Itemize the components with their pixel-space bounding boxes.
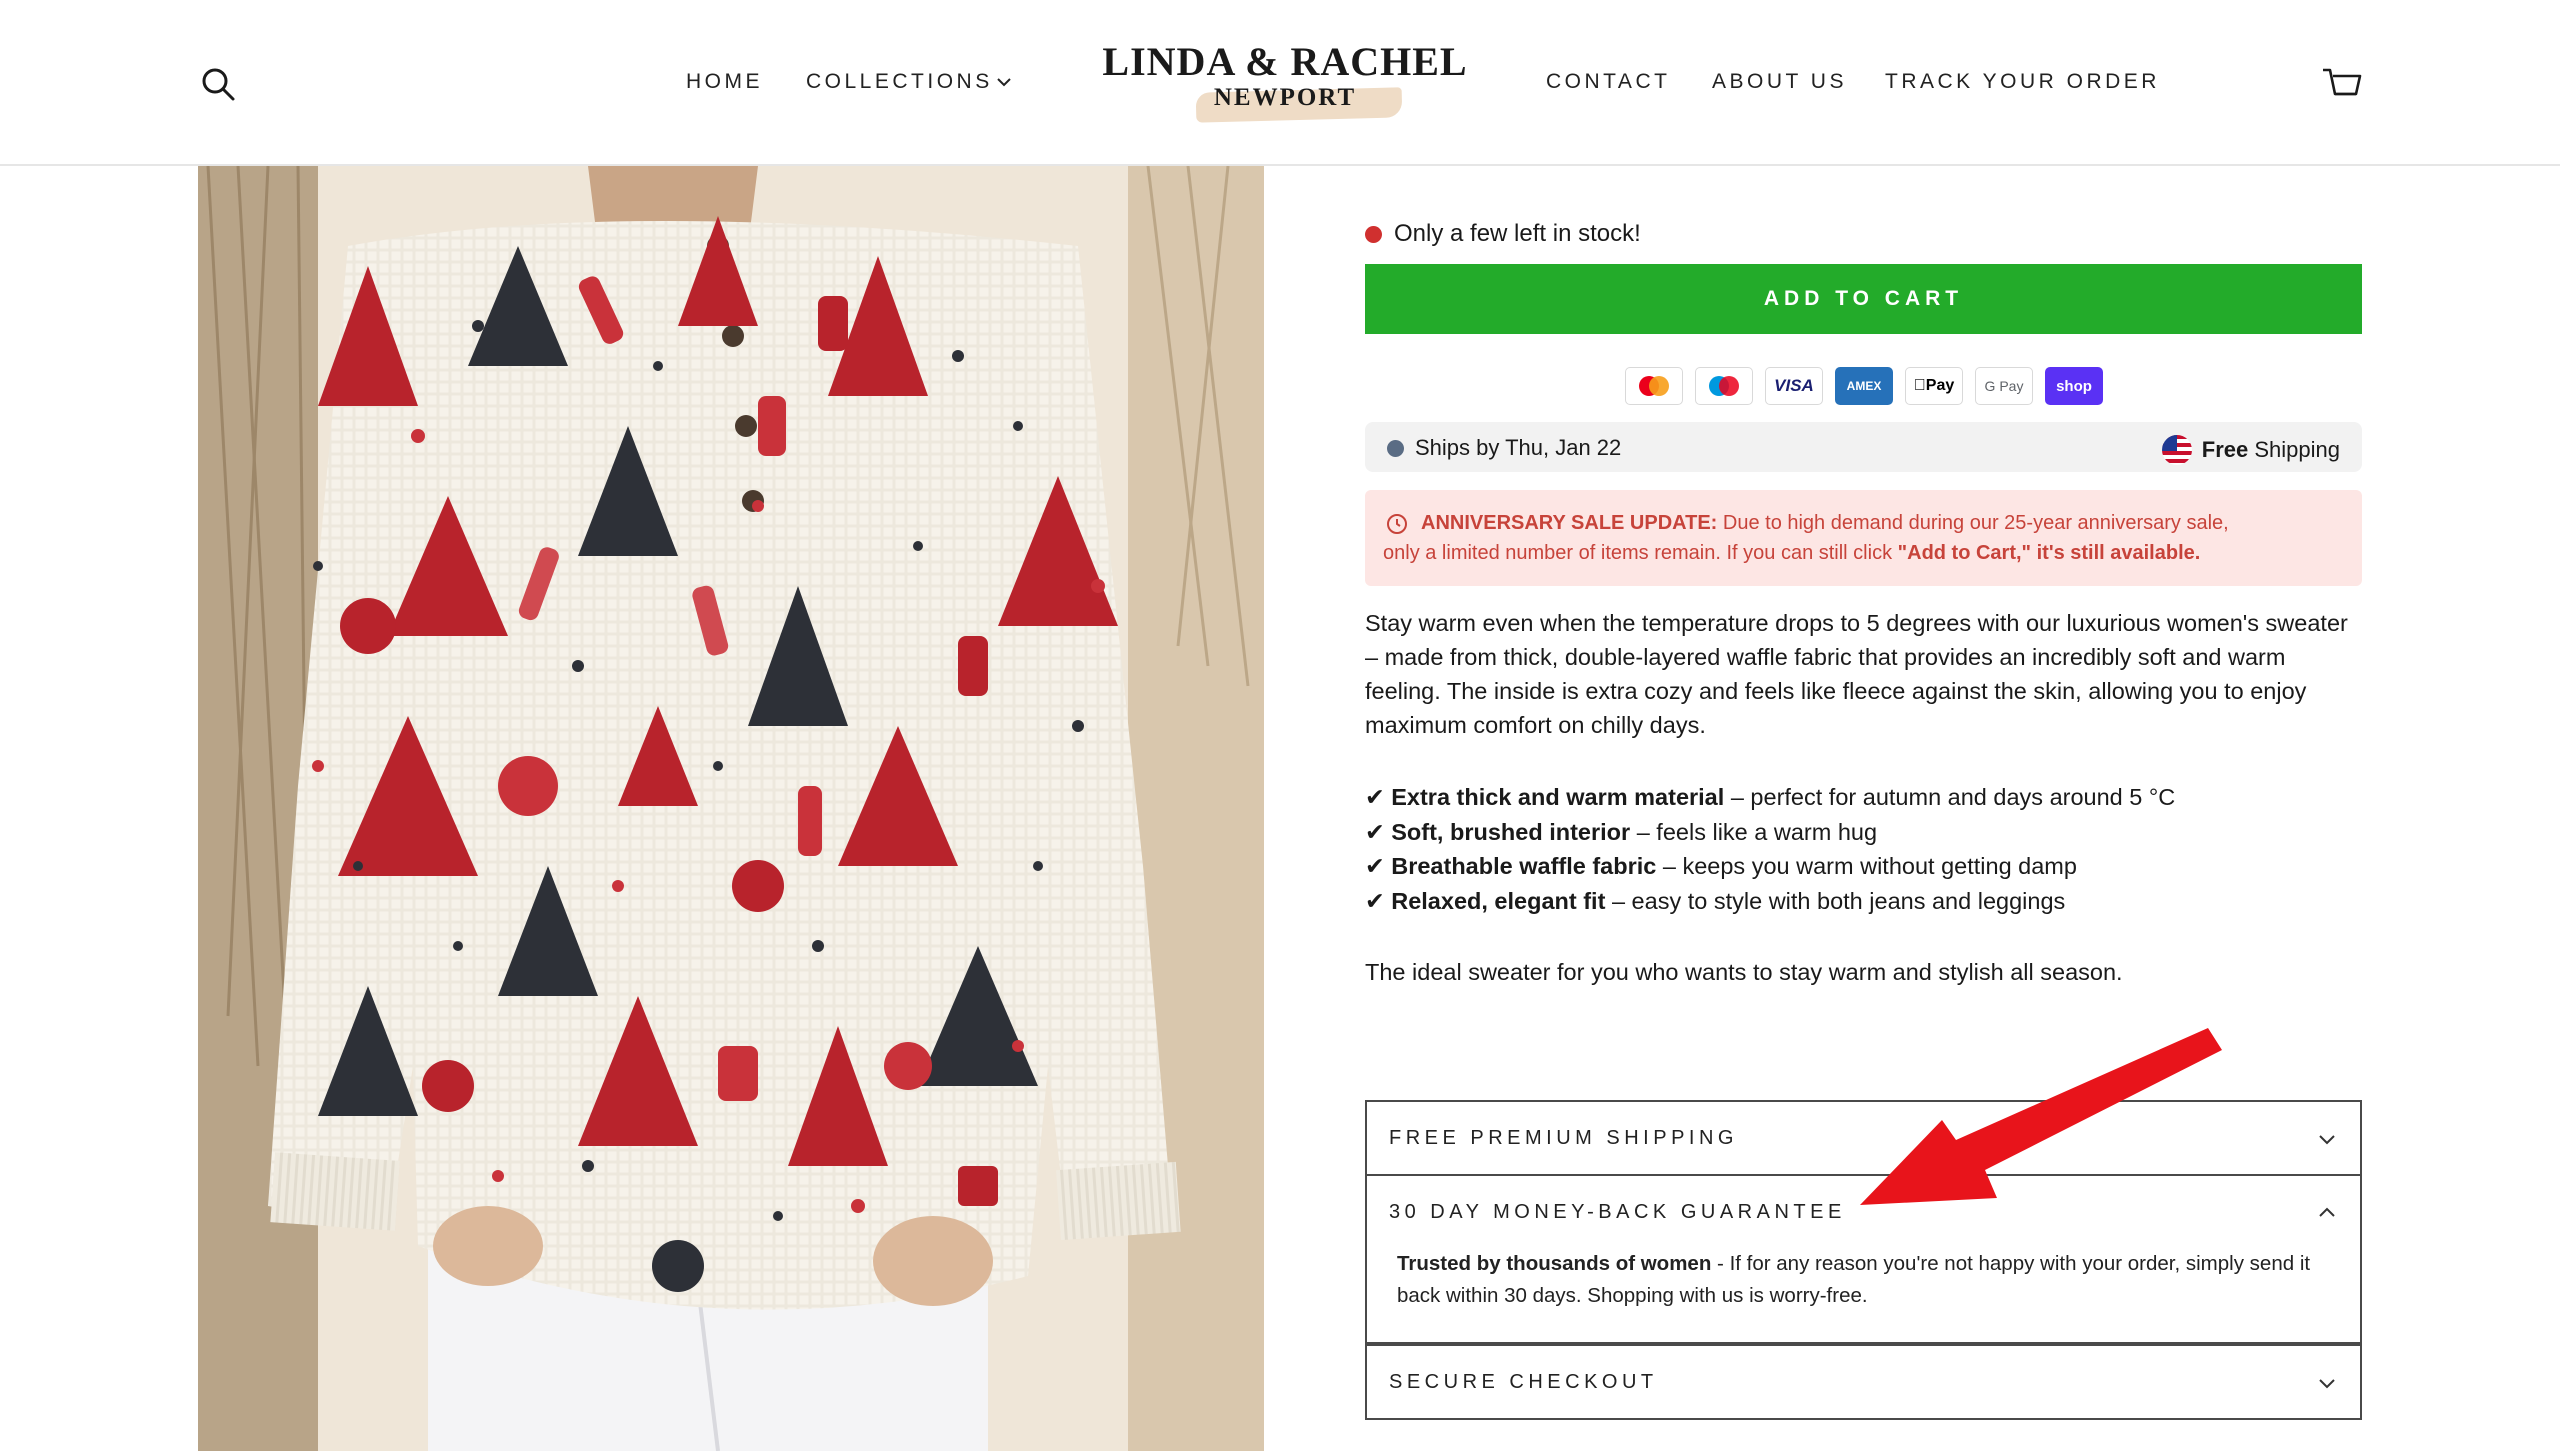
chevron-down-icon[interactable] (2316, 1372, 2338, 1394)
check-icon: ✔ (1365, 818, 1385, 845)
logo-line1: LINDA & RACHEL (1102, 39, 1468, 84)
shipping-status-dot (1387, 439, 1404, 457)
apple-pay-label: Pay (1919, 377, 1954, 394)
sale-title: ANNIVERSARY SALE UPDATE: (1421, 512, 1718, 534)
check-icon: ✔ (1365, 887, 1385, 914)
sale-text-2-bold: "Add to Cart," it's still available. (1897, 542, 2201, 564)
chevron-up-icon[interactable] (2316, 1202, 2338, 1224)
search-icon[interactable] (198, 64, 238, 104)
accordion-body: Trusted by thousands of women - If for a… (1367, 1248, 2360, 1342)
nav-contact[interactable]: CONTACT (1546, 70, 1670, 94)
clock-icon (1387, 514, 1407, 534)
sale-text-1: Due to high demand during our 25-year an… (1717, 512, 2229, 534)
add-to-cart-button[interactable]: ADD TO CART (1365, 264, 2362, 334)
feature-text: – keeps you warm without getting damp (1656, 853, 2077, 879)
feature-title: Extra thick and warm material (1391, 784, 1725, 810)
anniversary-sale-notice: ANNIVERSARY SALE UPDATE: Due to high dem… (1365, 490, 2362, 586)
nav-collections[interactable]: COLLECTIONS (806, 70, 993, 94)
maestro-icon (1695, 367, 1753, 405)
feature-title: Breathable waffle fabric (1391, 853, 1657, 879)
stock-text: Only a few left in stock! (1394, 220, 1641, 247)
nav-home[interactable]: HOME (686, 70, 763, 94)
accordion-title: 30 DAY MONEY-BACK GUARANTEE (1389, 1201, 1846, 1223)
accordion-title: FREE PREMIUM SHIPPING (1389, 1127, 1738, 1149)
free-shipping-text: Shipping (2248, 437, 2340, 462)
nav-track-order[interactable]: TRACK YOUR ORDER (1885, 70, 2160, 94)
accordion-title: SECURE CHECKOUT (1389, 1371, 1658, 1393)
stock-indicator: Only a few left in stock! (1365, 220, 1641, 248)
product-description: Stay warm even when the temperature drop… (1365, 610, 2348, 738)
apple-pay-icon: Pay (1905, 367, 1963, 405)
check-icon: ✔ (1365, 784, 1385, 810)
accordion-header[interactable]: SECURE CHECKOUT (1367, 1346, 2360, 1418)
nav-about-us[interactable]: ABOUT US (1712, 70, 1847, 94)
feature-item: ✔ Soft, brushed interior – feels like a … (1365, 815, 2365, 850)
us-flag-icon (2161, 435, 2192, 465)
sale-text-2: only a limited number of items remain. I… (1383, 542, 1898, 564)
google-pay-icon: G Pay (1975, 367, 2033, 405)
ships-by-text: Ships by Thu, Jan 22 (1415, 435, 1622, 460)
feature-list: ✔ Extra thick and warm material – perfec… (1365, 780, 2365, 918)
free-shipping-bold: Free (2201, 437, 2249, 462)
site-header: HOME COLLECTIONS LINDA & RACHEL NEWPORT … (0, 0, 2560, 166)
feature-text: – feels like a warm hug (1630, 818, 1878, 845)
feature-title: Relaxed, elegant fit (1391, 887, 1606, 914)
shipping-info-bar: Ships by Thu, Jan 22 Free Shipping (1365, 422, 2362, 472)
shop-pay-icon: shop (2045, 367, 2103, 405)
mastercard-icon (1625, 367, 1683, 405)
feature-title: Soft, brushed interior (1391, 818, 1631, 845)
feature-item: ✔ Relaxed, elegant fit – easy to style w… (1365, 884, 2365, 919)
product-image[interactable] (198, 166, 1264, 1451)
site-logo[interactable]: LINDA & RACHEL NEWPORT (1100, 38, 1470, 128)
feature-item: ✔ Breathable waffle fabric – keeps you w… (1365, 849, 2365, 884)
feature-text: – perfect for autumn and days around 5 °… (1724, 784, 2176, 810)
accordion-secure-checkout[interactable]: SECURE CHECKOUT (1365, 1344, 2362, 1420)
guarantee-bold: Trusted by thousands of women (1397, 1252, 1712, 1275)
sweater-illustration (198, 166, 1264, 1451)
feature-text: – easy to style with both jeans and legg… (1605, 887, 2066, 914)
visa-icon: VISA (1765, 367, 1823, 405)
stock-status-dot (1365, 225, 1382, 243)
red-arrow-annotation (1860, 1028, 2222, 1205)
feature-item: ✔ Extra thick and warm material – perfec… (1365, 780, 2365, 815)
cart-icon[interactable] (2320, 62, 2364, 106)
closing-text: The ideal sweater for you who wants to s… (1365, 959, 2123, 985)
chevron-down-icon[interactable] (996, 76, 1012, 88)
amex-icon: AMEX (1835, 367, 1893, 405)
chevron-down-icon[interactable] (2316, 1128, 2338, 1150)
logo-line2: NEWPORT (1213, 84, 1357, 111)
check-icon: ✔ (1365, 853, 1385, 879)
